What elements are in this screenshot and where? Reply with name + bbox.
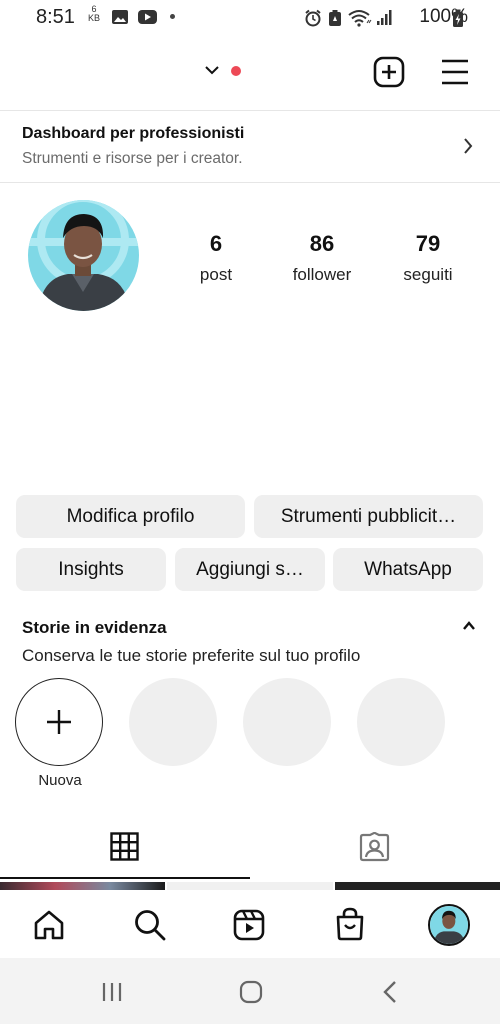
chevron-down-icon — [205, 66, 219, 75]
highlight-placeholder — [129, 678, 217, 766]
account-switcher[interactable] — [204, 63, 220, 81]
edit-profile-button[interactable]: Modifica profilo — [16, 495, 245, 538]
whatsapp-button[interactable]: WhatsApp — [333, 548, 483, 591]
alarm-icon — [305, 9, 321, 27]
professional-dashboard[interactable]: Dashboard per professionisti Strumenti e… — [0, 111, 500, 182]
battery-saver-icon — [329, 10, 341, 26]
new-highlight-button[interactable] — [15, 678, 103, 766]
stat-followers-label: follower — [292, 265, 352, 284]
tagged-icon[interactable] — [359, 832, 390, 862]
stat-following-label: seguiti — [403, 265, 453, 284]
avatar[interactable] — [28, 200, 139, 311]
home-button-icon[interactable] — [239, 980, 263, 1004]
add-button[interactable]: Aggiungi s… — [175, 548, 325, 591]
network-speed-unit: KB — [88, 13, 101, 23]
post-thumbnail[interactable] — [335, 882, 500, 890]
stat-posts-value: 6 — [209, 231, 223, 256]
profile-photo — [28, 200, 139, 311]
insights-button[interactable]: Insights — [16, 548, 166, 591]
back-icon[interactable] — [383, 980, 397, 1004]
shop-icon[interactable] — [334, 907, 366, 941]
bottom-navigation — [0, 890, 500, 958]
ad-tools-button[interactable]: Strumenti pubblicit… — [254, 495, 483, 538]
profile-tab-avatar — [430, 906, 468, 944]
stat-followers-value: 86 — [309, 231, 335, 256]
highlight-placeholder — [243, 678, 331, 766]
stat-posts-label: post — [199, 265, 233, 284]
signal-icon — [377, 10, 392, 25]
status-bar: 8:51 6 KB 100% — [0, 0, 500, 36]
highlight-placeholder — [357, 678, 445, 766]
new-post-icon[interactable] — [373, 56, 405, 88]
system-navigation — [0, 958, 500, 1024]
stat-followers[interactable]: 86 follower — [267, 231, 377, 285]
recent-apps-icon[interactable] — [101, 982, 123, 1002]
dashboard-title: Dashboard per professionisti — [22, 125, 245, 142]
home-icon[interactable] — [33, 909, 65, 941]
stat-posts[interactable]: 6 post — [161, 231, 271, 285]
chevron-right-icon — [464, 138, 473, 154]
post-thumbnail[interactable] — [167, 882, 333, 890]
profile-icon[interactable] — [428, 904, 470, 946]
menu-icon[interactable] — [440, 58, 470, 86]
reels-icon[interactable] — [233, 909, 265, 941]
search-icon[interactable] — [134, 909, 166, 941]
new-highlight-label: Nuova — [38, 772, 82, 789]
more-notifications-dot — [170, 14, 175, 19]
gallery-icon — [112, 10, 128, 24]
stat-following[interactable]: 79 seguiti — [373, 231, 483, 285]
stat-following-value: 79 — [415, 231, 441, 256]
post-thumbnail[interactable] — [0, 882, 165, 890]
caret-up-icon[interactable] — [462, 620, 476, 632]
dashboard-subtitle: Strumenti e risorse per i creator. — [22, 150, 243, 167]
notification-dot — [231, 66, 241, 76]
status-time: 8:51 — [36, 6, 75, 28]
highlights-title: Storie in evidenza — [22, 618, 167, 637]
plus-icon — [47, 710, 71, 734]
wifi-icon — [348, 10, 372, 27]
youtube-icon — [138, 10, 157, 24]
active-tab-indicator — [0, 877, 250, 879]
highlights-subtitle: Conserva le tue storie preferite sul tuo… — [22, 646, 361, 665]
grid-icon[interactable] — [110, 832, 139, 861]
network-speed: 6 KB — [88, 5, 100, 23]
battery-icon — [453, 9, 463, 27]
dashboard-divider — [0, 182, 500, 183]
post-thumbnails[interactable] — [0, 882, 500, 890]
